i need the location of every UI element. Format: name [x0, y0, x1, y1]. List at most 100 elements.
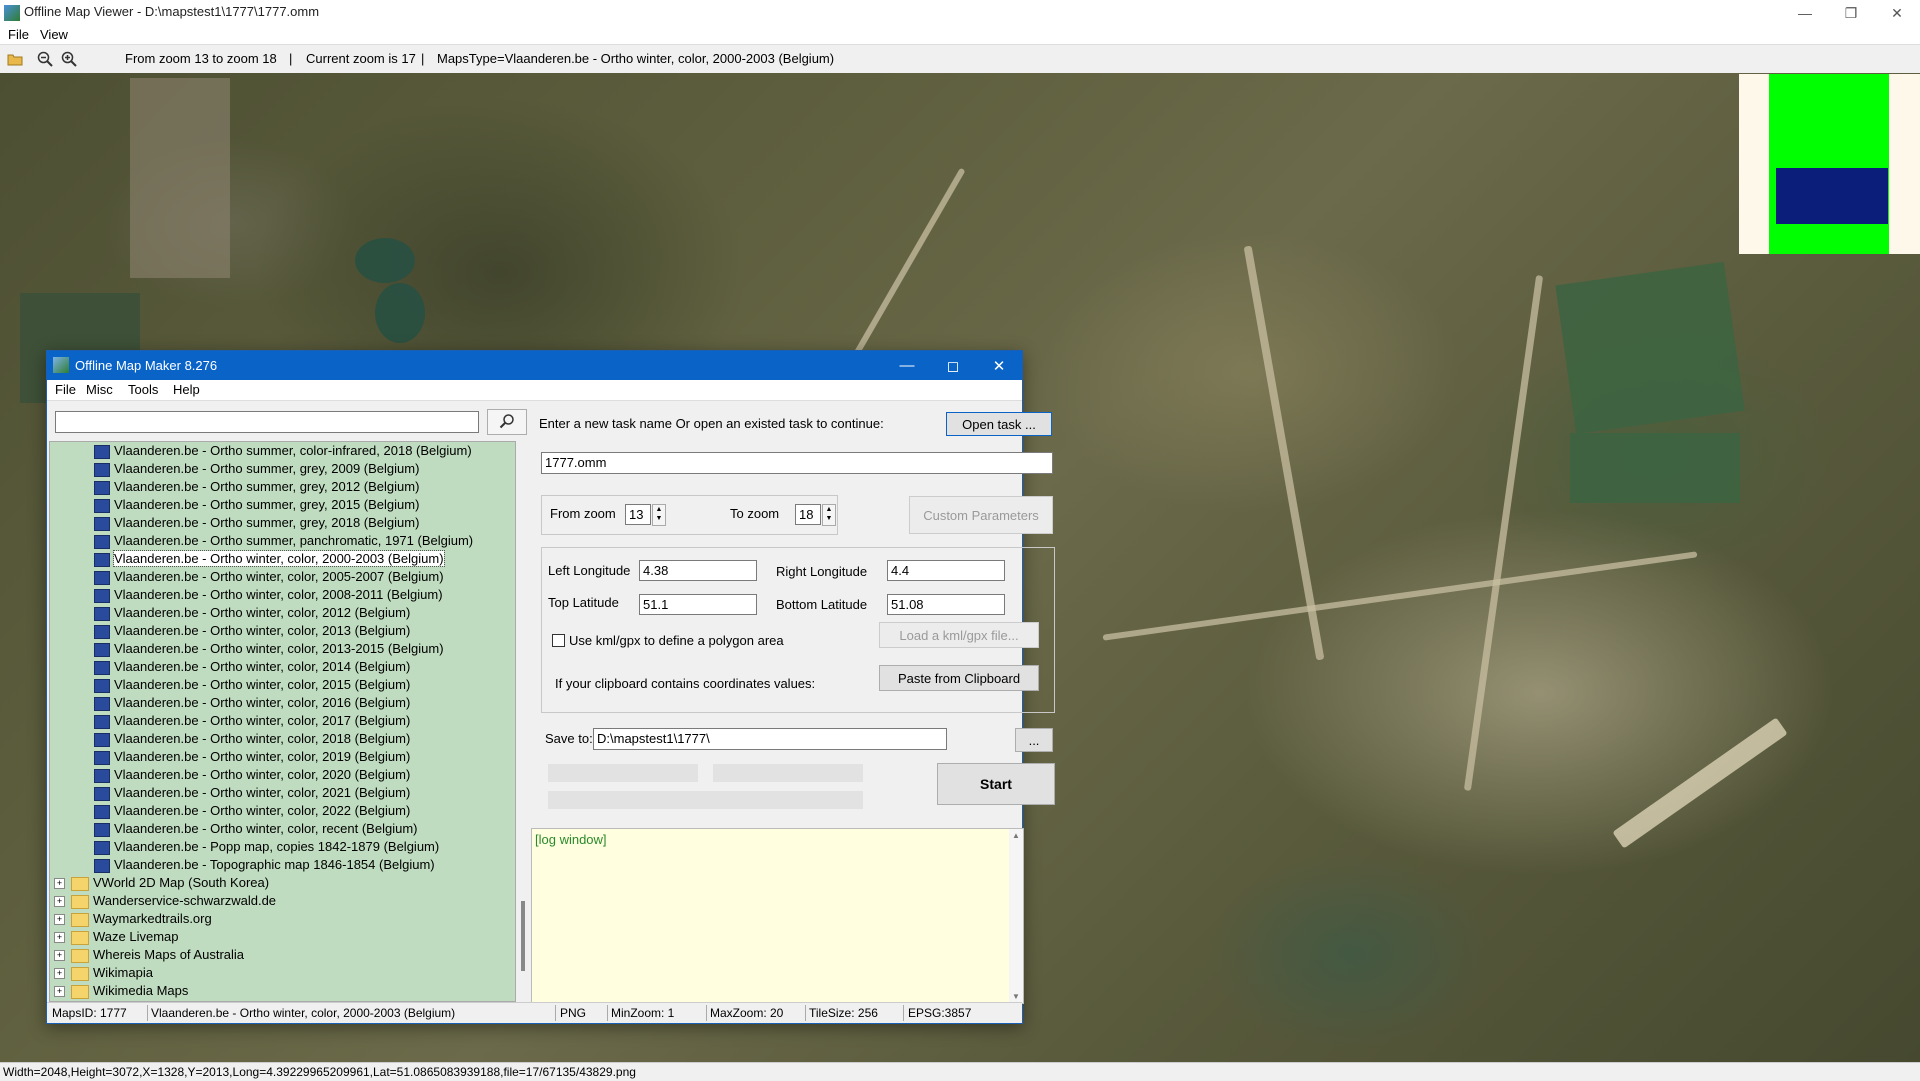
tree-folder[interactable]: + Whereis Maps of Australia — [54, 946, 244, 964]
tree-map-item[interactable]: Vlaanderen.be - Ortho winter, color, 200… — [94, 586, 443, 604]
expand-icon[interactable]: + — [54, 932, 65, 944]
from-zoom-input[interactable]: 13 — [625, 504, 651, 525]
tree-map-item[interactable]: Vlaanderen.be - Ortho winter, color, 200… — [94, 568, 444, 586]
search-icon — [499, 413, 515, 432]
maps-tree[interactable]: Vlaanderen.be - Ortho summer, color-infr… — [49, 441, 516, 1002]
tree-map-item[interactable]: Vlaanderen.be - Ortho winter, color, 201… — [94, 604, 410, 622]
tree-map-item[interactable]: Vlaanderen.be - Ortho summer, grey, 2009… — [94, 460, 419, 478]
status-format: PNG — [560, 1006, 587, 1020]
tree-map-item[interactable]: Vlaanderen.be - Ortho winter, color, 202… — [94, 784, 410, 802]
overview-viewport[interactable] — [1776, 168, 1888, 224]
tree-map-item[interactable]: Vlaanderen.be - Ortho winter, color, 201… — [94, 748, 410, 766]
expand-icon[interactable]: + — [54, 878, 65, 890]
map-field — [1555, 261, 1745, 435]
close-icon[interactable]: ✕ — [976, 351, 1022, 380]
restore-icon[interactable]: ❐ — [1828, 0, 1874, 26]
zoom-out-icon[interactable] — [37, 51, 53, 67]
viewer-status-bar: Width=2048,Height=3072,X=1328,Y=2013,Lon… — [0, 1062, 1920, 1081]
tree-map-item[interactable]: Vlaanderen.be - Ortho winter, color, 201… — [94, 712, 410, 730]
bottom-latitude-input[interactable]: 51.08 — [887, 594, 1005, 615]
from-zoom-label: From zoom — [550, 506, 616, 521]
expand-icon[interactable]: + — [54, 986, 65, 998]
expand-icon[interactable]: + — [54, 950, 65, 962]
search-button[interactable] — [487, 409, 527, 435]
search-input[interactable] — [55, 411, 479, 433]
tree-map-item[interactable]: Vlaanderen.be - Ortho winter, color, 201… — [94, 730, 410, 748]
tree-map-item[interactable]: Vlaanderen.be - Ortho winter, color, 201… — [94, 694, 410, 712]
status-min-zoom: MinZoom: 1 — [611, 1006, 675, 1020]
tree-item-label: VWorld 2D Map (South Korea) — [93, 875, 270, 890]
tree-folder[interactable]: + Waymarkedtrails.org — [54, 910, 212, 928]
tree-folder[interactable]: + Wikimedia Maps — [54, 982, 188, 1000]
scroll-down-icon[interactable]: ▼ — [1012, 992, 1020, 1001]
from-zoom-spinner[interactable]: ▲ ▼ — [652, 504, 666, 526]
start-button[interactable]: Start — [937, 763, 1055, 805]
folder-open-icon[interactable] — [7, 51, 23, 67]
tree-map-item[interactable]: Vlaanderen.be - Ortho winter, color, 202… — [94, 802, 410, 820]
tree-map-item[interactable]: Vlaanderen.be - Ortho winter, color, 201… — [94, 658, 410, 676]
scroll-thumb[interactable] — [521, 901, 525, 971]
menu-tools[interactable]: Tools — [128, 382, 158, 397]
tree-item-label: Vlaanderen.be - Ortho winter, color, 201… — [114, 623, 411, 638]
tree-map-item[interactable]: Vlaanderen.be - Ortho summer, color-infr… — [94, 442, 472, 460]
tree-map-item[interactable]: Vlaanderen.be - Ortho summer, grey, 2018… — [94, 514, 419, 532]
open-task-button[interactable]: Open task ... — [946, 412, 1052, 436]
tree-item-label: Vlaanderen.be - Ortho winter, color, 200… — [113, 550, 445, 567]
tree-map-item[interactable]: Vlaanderen.be - Popp map, copies 1842-18… — [94, 838, 439, 856]
log-label: [log window] — [535, 832, 607, 847]
scroll-up-icon[interactable]: ▲ — [1012, 831, 1020, 840]
menu-file[interactable]: File — [8, 27, 29, 42]
tree-folder[interactable]: + VWorld 2D Map (South Korea) — [54, 874, 269, 892]
tree-map-item[interactable]: Vlaanderen.be - Ortho winter, color, 200… — [94, 550, 445, 568]
load-kml-button[interactable]: Load a kml/gpx file... — [879, 622, 1039, 648]
log-window[interactable]: [log window] ▲ ▼ — [531, 828, 1024, 1004]
tree-map-item[interactable]: Vlaanderen.be - Ortho summer, grey, 2015… — [94, 496, 419, 514]
dialog-status-bar: MapsID: 1777 Vlaanderen.be - Ortho winte… — [47, 1002, 1022, 1023]
top-latitude-input[interactable]: 51.1 — [639, 594, 757, 615]
maximize-icon[interactable]: ◻ — [930, 351, 976, 380]
tree-scrollbar[interactable] — [519, 441, 529, 1000]
map-icon — [94, 822, 110, 837]
browse-button[interactable]: ... — [1015, 728, 1053, 752]
tree-folder[interactable]: + Waze Livemap — [54, 928, 179, 946]
to-zoom-spinner[interactable]: ▲ ▼ — [822, 504, 836, 526]
overview-map[interactable] — [1739, 74, 1920, 254]
expand-icon[interactable]: + — [54, 968, 65, 980]
tree-map-item[interactable]: Vlaanderen.be - Ortho winter, color, 201… — [94, 676, 410, 694]
tree-item-label: Vlaanderen.be - Ortho winter, color, 201… — [114, 677, 411, 692]
menu-view[interactable]: View — [40, 27, 68, 42]
tree-item-label: Vlaanderen.be - Ortho winter, color, 201… — [114, 641, 444, 656]
kml-checkbox[interactable] — [552, 634, 565, 647]
close-icon[interactable]: ✕ — [1874, 0, 1920, 26]
task-name-input[interactable]: 1777.omm — [541, 452, 1053, 474]
dialog-title-bar[interactable]: Offline Map Maker 8.276 — ◻ ✕ — [47, 351, 1022, 380]
minimize-icon[interactable]: — — [884, 351, 930, 380]
log-scrollbar[interactable]: ▲ ▼ — [1009, 829, 1023, 1003]
custom-parameters-button[interactable]: Custom Parameters — [909, 496, 1053, 534]
tree-map-item[interactable]: Vlaanderen.be - Ortho winter, color, 201… — [94, 640, 444, 658]
map-icon — [94, 840, 110, 855]
menu-help[interactable]: Help — [173, 382, 200, 397]
viewer-title: Offline Map Viewer - D:\mapstest1\1777\1… — [24, 4, 320, 19]
tree-item-label: Vlaanderen.be - Ortho summer, color-infr… — [114, 443, 472, 458]
menu-misc[interactable]: Misc — [86, 382, 113, 397]
expand-icon[interactable]: + — [54, 896, 65, 908]
tree-map-item[interactable]: Vlaanderen.be - Ortho winter, color, rec… — [94, 820, 417, 838]
expand-icon[interactable]: + — [54, 914, 65, 926]
zoom-in-icon[interactable] — [61, 51, 77, 67]
tree-map-item[interactable]: Vlaanderen.be - Ortho winter, color, 202… — [94, 766, 410, 784]
tree-map-item[interactable]: Vlaanderen.be - Ortho summer, grey, 2012… — [94, 478, 419, 496]
tree-item-label: Vlaanderen.be - Ortho summer, grey, 2009… — [114, 461, 420, 476]
paste-clipboard-button[interactable]: Paste from Clipboard — [879, 665, 1039, 691]
tree-folder[interactable]: + Wanderservice-schwarzwald.de — [54, 892, 276, 910]
tree-map-item[interactable]: Vlaanderen.be - Topographic map 1846-185… — [94, 856, 435, 874]
minimize-icon[interactable]: — — [1782, 0, 1828, 26]
to-zoom-input[interactable]: 18 — [795, 504, 821, 525]
tree-folder[interactable]: + Wikimapia — [54, 964, 153, 982]
menu-file[interactable]: File — [55, 382, 76, 397]
tree-map-item[interactable]: Vlaanderen.be - Ortho winter, color, 201… — [94, 622, 410, 640]
left-longitude-input[interactable]: 4.38 — [639, 560, 757, 581]
right-longitude-input[interactable]: 4.4 — [887, 560, 1005, 581]
tree-map-item[interactable]: Vlaanderen.be - Ortho summer, panchromat… — [94, 532, 473, 550]
save-to-input[interactable]: D:\mapstest1\1777\ — [593, 728, 947, 750]
